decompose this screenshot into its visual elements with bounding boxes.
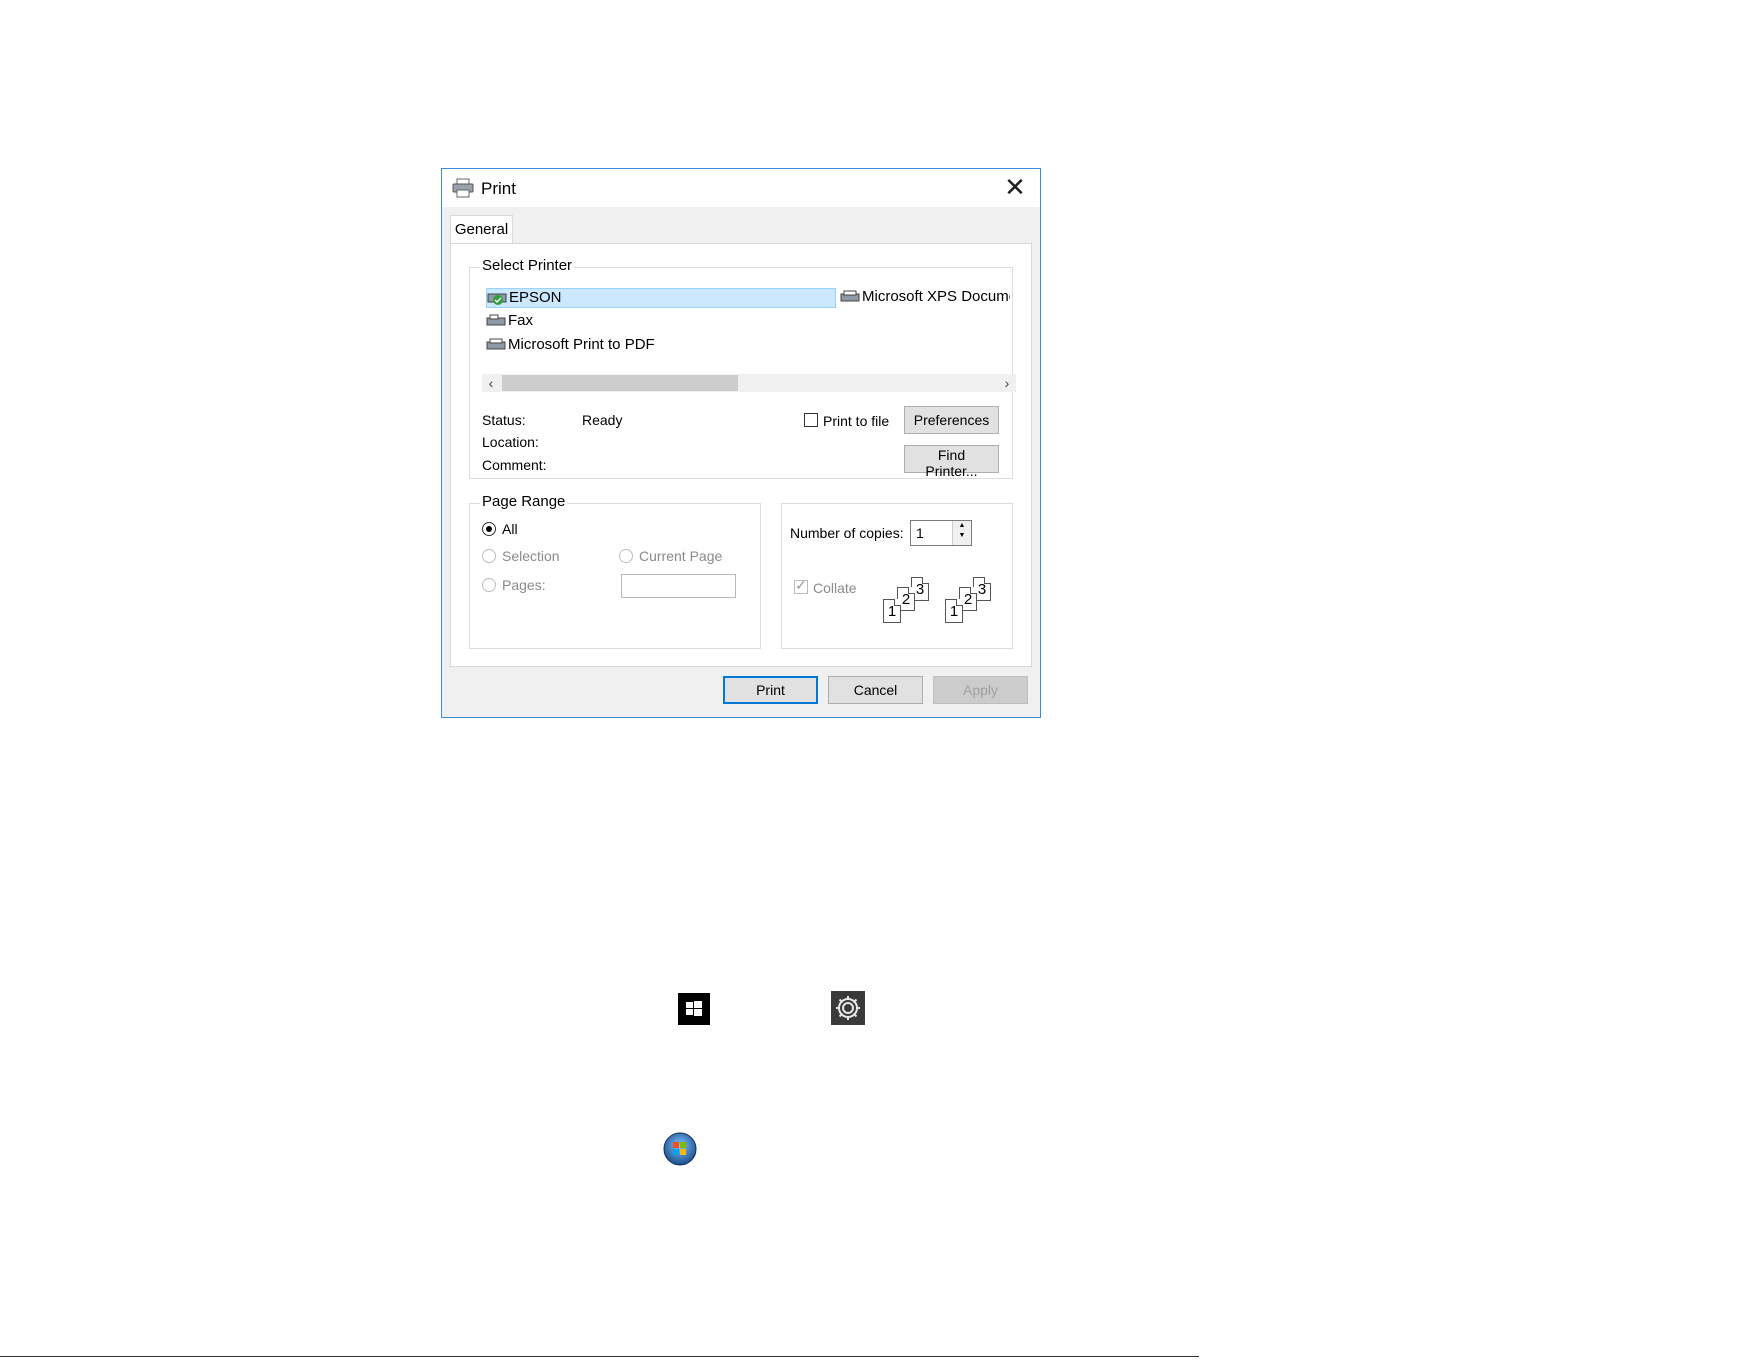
spin-buttons[interactable]: ▲ ▼ (952, 521, 971, 545)
number-of-copies-label: Number of copies: (790, 525, 904, 541)
printer-list-scrollbar[interactable]: ‹ › (482, 374, 1016, 392)
selection-radio[interactable] (482, 549, 496, 563)
printer-default-icon (487, 293, 507, 306)
page-range-group: Page Range All Selection Current Page Pa… (469, 493, 761, 649)
printer-name: Fax (508, 312, 534, 329)
select-printer-title: Select Printer (480, 257, 575, 274)
tab-panel-general: Select Printer EPSON Fax Microsoft Print… (450, 243, 1032, 667)
tab-general[interactable]: General (450, 215, 513, 244)
print-to-file-label: Print to file (823, 413, 890, 429)
current-page-radio[interactable] (619, 549, 633, 563)
page-1-icon: 1 (945, 599, 963, 623)
page-1-icon: 1 (883, 599, 901, 623)
title-bar: Print ✕ (442, 169, 1040, 207)
select-printer-group: Select Printer EPSON Fax Microsoft Print… (469, 257, 1016, 479)
printer-name: EPSON (509, 289, 562, 306)
print-button[interactable]: Print (723, 676, 818, 704)
spin-up-icon[interactable]: ▲ (953, 521, 971, 531)
pages-label: Pages: (502, 577, 546, 593)
print-dialog: Print ✕ General Select Printer EPSON Fax (441, 168, 1041, 718)
footer-rule (0, 1356, 1199, 1357)
close-icon: ✕ (1004, 172, 1026, 202)
dialog-title: Print (481, 179, 516, 198)
windows-start-icon (678, 993, 710, 1025)
scrollbar-thumb[interactable] (502, 375, 738, 391)
printer-item-microsoft-print-to-pdf[interactable]: Microsoft Print to PDF (486, 336, 655, 356)
selection-label: Selection (502, 548, 560, 564)
comment-label: Comment: (482, 457, 547, 473)
windows7-orb-icon (663, 1132, 697, 1166)
print-to-file-checkbox[interactable] (804, 413, 818, 427)
printer-name: Microsoft Print to PDF (508, 336, 655, 353)
windows7-orb-shape (663, 1132, 697, 1166)
printer-icon (452, 178, 474, 198)
gear-icon (831, 991, 865, 1025)
scroll-right-icon[interactable]: › (998, 374, 1016, 392)
printer-item-microsoft-xps[interactable]: Microsoft XPS Documen (840, 288, 1010, 308)
page-range-title: Page Range (480, 493, 568, 510)
status-label: Status: (482, 412, 526, 428)
gear-shape (836, 996, 860, 1020)
fax-icon (486, 314, 506, 326)
printer-item-epson[interactable]: EPSON (486, 288, 836, 308)
collate-illustration-2: 3 2 1 (939, 577, 999, 627)
printer-name: Microsoft XPS Documen (862, 288, 1010, 305)
all-radio[interactable] (482, 522, 496, 536)
copies-group: Number of copies: 1 ▲ ▼ Collate 3 2 1 3 … (781, 503, 1013, 649)
close-button[interactable]: ✕ (1000, 171, 1030, 203)
current-page-label: Current Page (639, 548, 723, 564)
spin-down-icon[interactable]: ▼ (953, 531, 971, 541)
printer-icon (486, 338, 506, 350)
windows-logo-icon (686, 1001, 702, 1016)
cancel-button[interactable]: Cancel (828, 676, 923, 704)
copies-stepper[interactable]: 1 ▲ ▼ (910, 520, 972, 546)
collate-label: Collate (813, 580, 857, 596)
collate-checkbox[interactable] (794, 577, 808, 594)
copies-value: 1 (916, 525, 924, 541)
printer-icon (840, 290, 860, 302)
collate-illustration-1: 3 2 1 (877, 577, 937, 627)
pages-input[interactable] (621, 574, 736, 598)
find-printer-button[interactable]: Find Printer... (904, 445, 999, 479)
location-label: Location: (482, 434, 539, 450)
preferences-button[interactable]: Preferences (904, 406, 999, 434)
all-label: All (502, 521, 518, 537)
status-value: Ready (582, 412, 623, 428)
tab-strip: General (450, 215, 1032, 244)
pages-radio[interactable] (482, 578, 496, 592)
scroll-left-icon[interactable]: ‹ (482, 374, 500, 392)
apply-button[interactable]: Apply (933, 676, 1028, 704)
printer-item-fax[interactable]: Fax (486, 312, 533, 332)
